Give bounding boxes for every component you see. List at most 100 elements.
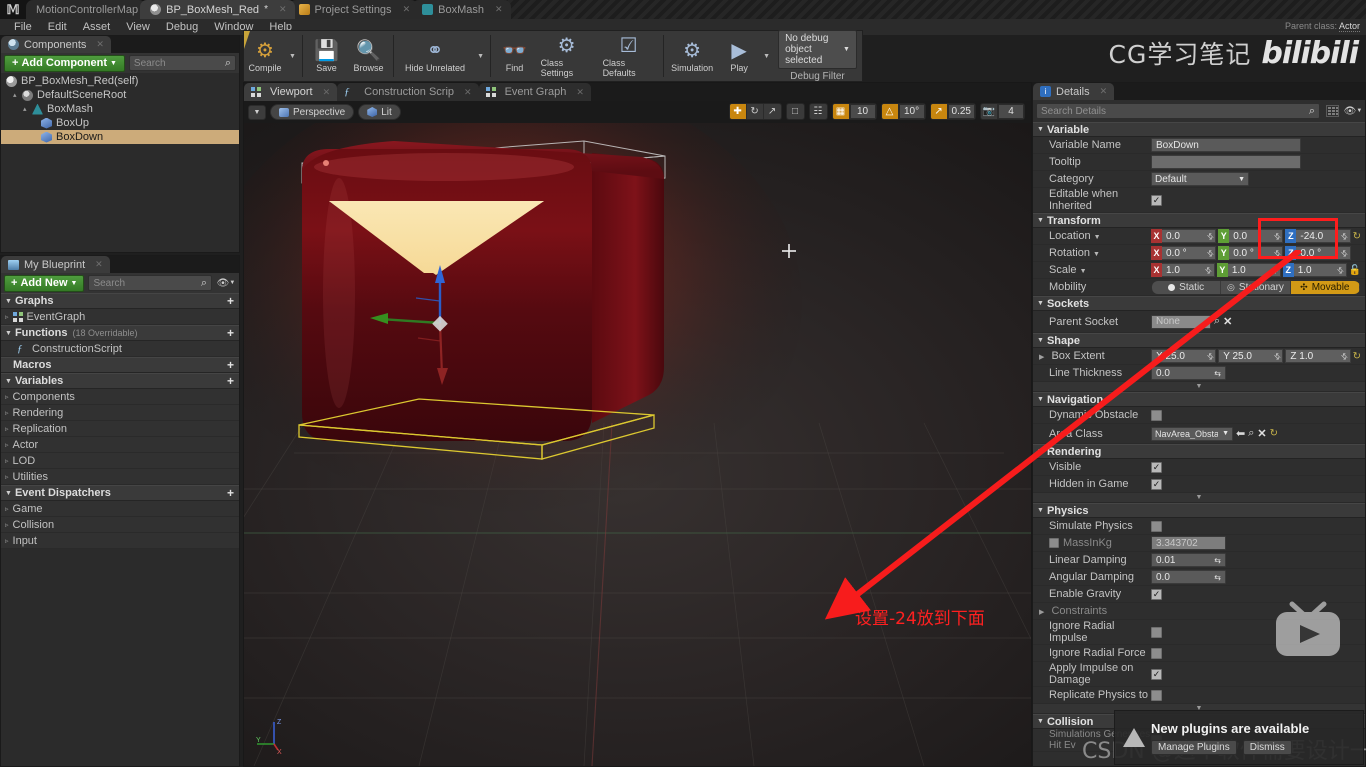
apply-impulse-on-damage-checkbox[interactable]: ✓	[1151, 668, 1162, 680]
dismiss-notification-button[interactable]: Dismiss	[1242, 739, 1292, 755]
location-x-cell[interactable]: X 0.0 ⇆	[1151, 229, 1217, 243]
list-item-constructionscript[interactable]: ƒ ConstructionScript	[1, 341, 239, 357]
box-extent-y-cell[interactable]: Y 25.0 ⇆	[1218, 349, 1284, 363]
expander-icon[interactable]: ▶	[1039, 354, 1044, 361]
dynamic-obstacle-checkbox[interactable]: ✓	[1151, 409, 1162, 421]
editable-when-inherited-checkbox[interactable]: ✓	[1151, 194, 1162, 206]
world-space-button[interactable]: □	[787, 104, 804, 119]
category-select[interactable]: Default ▼	[1151, 172, 1249, 186]
reset-box-extent-icon[interactable]: ↻	[1353, 351, 1361, 362]
list-item-variables-utilities[interactable]: ▹ Utilities	[1, 469, 239, 485]
tab-motioncontrollermap[interactable]: MotionControllerMap	[26, 0, 147, 19]
menu-view[interactable]: View	[118, 19, 158, 35]
tab-bp-boxmesh-red[interactable]: BP_BoxMesh_Red * ✕	[140, 0, 295, 19]
grid-snap-toggle[interactable]: ▦	[832, 104, 850, 119]
scale-y-cell[interactable]: Y 1.0 ⇆	[1216, 263, 1281, 277]
add-new-button[interactable]: + Add New ▼	[4, 274, 85, 292]
reset-area-class-icon[interactable]: ↻	[1270, 428, 1278, 439]
viewport-options-button[interactable]: ▼	[248, 104, 266, 120]
browse-button[interactable]: 🔍 Browse	[348, 31, 390, 81]
add-icon[interactable]: +	[227, 358, 234, 372]
surface-snap-button[interactable]: ☷	[810, 104, 827, 119]
massinkg-override-checkbox[interactable]: ✓	[1049, 538, 1059, 548]
scale-snap-value[interactable]: 0.25	[947, 104, 975, 119]
list-item-dispatcher-collision[interactable]: ▹ Collision	[1, 517, 239, 533]
section-variable[interactable]: ▼ Variable	[1033, 122, 1365, 137]
enable-gravity-checkbox[interactable]: ✓	[1151, 588, 1162, 600]
rendering-collapse-bar[interactable]: ▼	[1033, 493, 1365, 503]
section-header-variables[interactable]: ▼ Variables +	[1, 373, 239, 389]
section-sockets[interactable]: ▼ Sockets	[1033, 296, 1365, 311]
expander-icon[interactable]: ▹	[5, 473, 9, 481]
rotate-mode-button[interactable]: ↻	[747, 104, 764, 119]
expander-icon[interactable]: ▶	[1039, 609, 1044, 616]
clear-socket-icon[interactable]: ✕	[1223, 315, 1232, 328]
area-class-select[interactable]: NavArea_Obstacle ▼	[1151, 426, 1233, 441]
variable-name-input[interactable]: BoxDown	[1151, 138, 1301, 152]
mobility-static-option[interactable]: Static	[1152, 280, 1222, 294]
expander-icon[interactable]: ▹	[5, 393, 9, 401]
rotation-y-cell[interactable]: Y 0.0 ° ⇆	[1218, 246, 1284, 260]
mobility-stationary-option[interactable]: ◎ Stationary	[1221, 280, 1291, 294]
hide-unrelated-dropdown-icon[interactable]: ▼	[474, 53, 487, 60]
reset-location-icon[interactable]: ↻	[1353, 231, 1361, 242]
camera-speed-icon[interactable]: 📷	[981, 104, 998, 119]
parent-class-value[interactable]: Actor	[1338, 21, 1360, 32]
list-item-variables-rendering[interactable]: ▹ Rendering	[1, 405, 239, 421]
save-button[interactable]: 💾 Save	[306, 31, 348, 81]
play-button[interactable]: ▶ Play	[718, 31, 760, 81]
close-icon[interactable]: ✕	[403, 4, 411, 15]
hide-unrelated-button[interactable]: ⚭ Hide Unrelated	[396, 31, 474, 81]
visibility-options-button[interactable]: 👁 ▼	[216, 275, 236, 291]
tab-viewport[interactable]: Viewport ✕	[244, 83, 338, 101]
list-item-variables-replication[interactable]: ▹ Replication	[1, 421, 239, 437]
close-icon[interactable]: ✕	[495, 4, 503, 15]
tab-event-graph[interactable]: Event Graph ✕	[478, 83, 591, 101]
tab-components[interactable]: Components ✕	[1, 36, 111, 53]
list-item-dispatcher-game[interactable]: ▹ Game	[1, 501, 239, 517]
add-icon[interactable]: +	[227, 294, 234, 308]
tree-row-boxdown[interactable]: BoxDown	[1, 130, 239, 144]
location-y-cell[interactable]: Y 0.0 ⇆	[1218, 229, 1284, 243]
expander-icon[interactable]: ▹	[5, 457, 9, 465]
rotation-z-cell[interactable]: Z 0.0 ° ⇆	[1285, 246, 1351, 260]
expander-icon[interactable]: ▹	[5, 505, 9, 513]
browse-socket-icon[interactable]: ⌕	[1214, 315, 1220, 328]
close-icon[interactable]: ✕	[464, 87, 472, 98]
compile-button[interactable]: ⚙ Compile	[244, 31, 286, 81]
expander-icon[interactable]: ▹	[5, 425, 9, 433]
details-visibility-button[interactable]: 👁 ▼	[1344, 103, 1363, 119]
components-search-input[interactable]: Search ⌕	[128, 55, 236, 71]
manage-plugins-button[interactable]: Manage Plugins	[1151, 739, 1237, 755]
use-selected-asset-icon[interactable]: ⬅	[1236, 427, 1245, 440]
close-icon[interactable]: ✕	[95, 259, 103, 270]
section-header-functions[interactable]: ▼ Functions (18 Overridable) +	[1, 325, 239, 341]
chevron-down-icon[interactable]: ▼	[1094, 234, 1101, 241]
mobility-movable-option[interactable]: ✣ Movable	[1290, 280, 1360, 294]
lit-mode-button[interactable]: Lit	[358, 104, 401, 120]
tree-row-defaultsceneroot[interactable]: ▴ DefaultSceneRoot	[1, 88, 239, 102]
box-extent-x-cell[interactable]: X 25.0 ⇆	[1151, 349, 1217, 363]
list-item-variables-components[interactable]: ▹ Components	[1, 389, 239, 405]
myblueprint-search-input[interactable]: Search ⌕	[88, 275, 212, 291]
add-icon[interactable]: +	[227, 326, 234, 340]
tab-my-blueprint[interactable]: My Blueprint ✕	[1, 256, 110, 273]
close-icon[interactable]: ✕	[323, 87, 331, 98]
play-dropdown-icon[interactable]: ▼	[760, 53, 773, 60]
line-thickness-input[interactable]: 0.0 ⇆	[1151, 366, 1226, 380]
angular-damping-input[interactable]: 0.0 ⇆	[1151, 570, 1226, 584]
expander-icon[interactable]: ▴	[23, 105, 32, 113]
ignore-radial-impulse-checkbox[interactable]: ✓	[1151, 626, 1162, 638]
add-component-button[interactable]: + Add Component ▼	[4, 54, 125, 72]
section-header-event-dispatchers[interactable]: ▼ Event Dispatchers +	[1, 485, 239, 501]
rotation-x-cell[interactable]: X 0.0 ° ⇆	[1151, 246, 1217, 260]
tree-row-boxup[interactable]: BoxUp	[1, 116, 239, 130]
scale-z-cell[interactable]: Z 1.0 ⇆	[1282, 263, 1347, 277]
simulate-physics-checkbox[interactable]: ✓	[1151, 520, 1162, 532]
angle-snap-toggle[interactable]: △	[881, 104, 899, 119]
chevron-down-icon[interactable]: ▼	[1080, 268, 1087, 275]
tree-row-boxmash[interactable]: ▴ BoxMash	[1, 102, 239, 116]
visible-checkbox[interactable]: ✓	[1151, 461, 1162, 473]
tooltip-input[interactable]	[1151, 155, 1301, 169]
menu-file[interactable]: File	[6, 19, 40, 35]
